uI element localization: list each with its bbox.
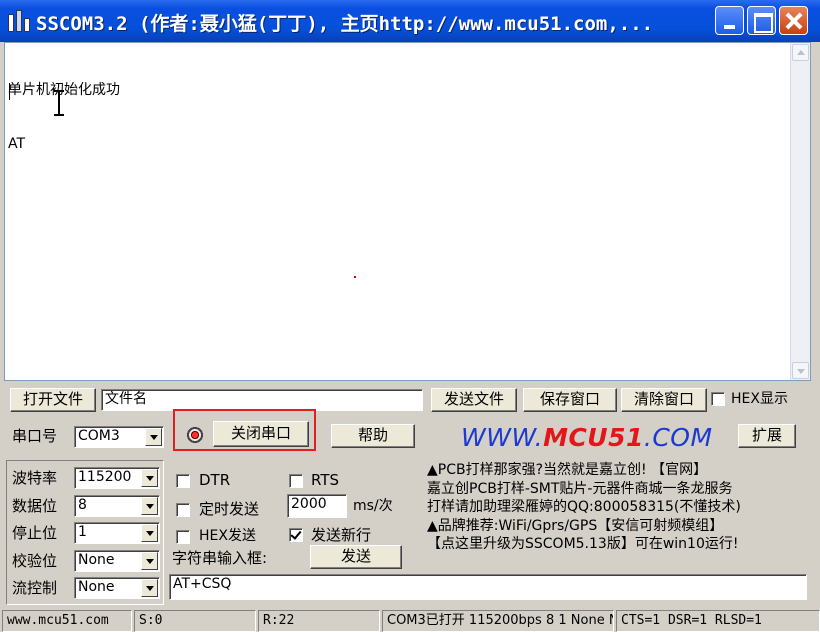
stopbits-label: 停止位	[12, 524, 58, 542]
status-recv-count: R:22	[258, 610, 380, 632]
parity-label: 校验位	[12, 552, 58, 570]
send-newline-checkbox[interactable]	[289, 528, 303, 542]
promo-line[interactable]: 打样请加助理梁雁婷的QQ:800058315(不懂技术)	[427, 498, 807, 517]
status-port-state: COM3已打开 115200bps 8 1 None None	[382, 610, 614, 632]
interval-unit: ms/次	[353, 498, 393, 514]
promo-line[interactable]: ▲品牌推荐:WiFi/Gprs/GPS【安信可射频模组】	[427, 517, 807, 536]
timed-send-label: 定时发送	[199, 500, 260, 518]
dtr-label: DTR	[199, 471, 231, 489]
receive-line: AT	[8, 136, 26, 152]
send-string-input[interactable]: AT+CSQ	[169, 574, 807, 600]
expand-button[interactable]: 扩展	[738, 424, 796, 448]
logo-prefix: WWW.	[461, 423, 544, 452]
status-line-signals: CTS=1 DSR=1 RLSD=1	[616, 610, 820, 632]
window-title: SSCOM3.2 (作者:聂小猛(丁丁), 主页http://www.mcu51…	[36, 13, 654, 35]
stopbits-select[interactable]: 1	[74, 522, 160, 544]
interval-input[interactable]: 2000	[287, 494, 347, 518]
receive-textarea[interactable]: 单片机初始化成功 AT	[4, 42, 811, 381]
save-window-button[interactable]: 保存窗口	[523, 388, 617, 412]
chevron-down-icon[interactable]	[141, 552, 158, 570]
status-bar: www.mcu51.com S:0 R:22 COM3已打开 115200bps…	[0, 607, 820, 632]
flow-select[interactable]: None	[74, 577, 160, 599]
parity-select[interactable]: None	[74, 550, 160, 572]
receive-content: 单片机初始化成功 AT	[8, 45, 120, 189]
baud-select[interactable]: 115200	[74, 467, 160, 489]
title-bar[interactable]: SSCOM3.2 (作者:聂小猛(丁丁), 主页http://www.mcu51…	[0, 0, 820, 42]
chevron-down-icon[interactable]	[141, 579, 158, 597]
scroll-up-arrow-icon[interactable]	[792, 44, 809, 61]
input-box-label: 字符串输入框:	[172, 549, 268, 567]
baud-label: 波特率	[12, 469, 58, 487]
status-site: www.mcu51.com	[2, 610, 132, 632]
databits-label: 数据位	[12, 497, 58, 515]
dtr-checkbox[interactable]	[176, 474, 190, 488]
receive-scrollbar[interactable]	[790, 43, 810, 380]
open-file-button[interactable]: 打开文件	[10, 388, 96, 412]
hex-send-label: HEX发送	[199, 528, 256, 544]
close-button[interactable]	[779, 6, 808, 35]
help-button[interactable]: 帮助	[331, 424, 415, 448]
chevron-down-icon[interactable]	[141, 497, 158, 515]
filename-field[interactable]: 文件名	[101, 389, 423, 411]
rts-checkbox[interactable]	[289, 474, 303, 488]
promo-panel[interactable]: ▲PCB打样那家强?当然就是嘉立创! 【官网】 嘉立创PCB打样-SMT贴片-元…	[423, 461, 807, 571]
clear-window-button[interactable]: 清除窗口	[621, 388, 707, 412]
close-port-button[interactable]: 关闭串口	[213, 421, 309, 447]
port-select[interactable]: COM3	[74, 426, 164, 448]
databits-select[interactable]: 8	[74, 495, 160, 517]
timed-send-checkbox[interactable]	[176, 503, 190, 517]
status-send-count: S:0	[134, 610, 256, 632]
send-file-button[interactable]: 发送文件	[431, 388, 517, 412]
hex-send-checkbox[interactable]	[176, 530, 190, 544]
stray-pixel	[354, 276, 356, 278]
logo-brand: MCU51	[543, 423, 644, 452]
chevron-down-icon[interactable]	[145, 428, 162, 446]
chevron-down-icon[interactable]	[141, 524, 158, 542]
hex-display-label: HEX显示	[731, 391, 788, 407]
send-button[interactable]: 发送	[310, 545, 402, 569]
text-caret	[9, 83, 10, 100]
port-status-led-icon	[186, 426, 204, 444]
rts-label: RTS	[311, 471, 340, 489]
logo-suffix: .COM	[643, 423, 713, 452]
chevron-down-icon[interactable]	[141, 469, 158, 487]
promo-line[interactable]: 【点这里升级为SSCOM5.13版】可在win10运行!	[427, 535, 807, 554]
send-newline-label: 发送新行	[311, 526, 372, 544]
hex-display-checkbox[interactable]	[711, 392, 725, 406]
port-label: 串口号	[12, 427, 58, 445]
promo-line[interactable]: ▲PCB打样那家强?当然就是嘉立创! 【官网】	[427, 461, 807, 480]
mcu51-logo-link[interactable]: WWW.MCU51.COM	[461, 423, 713, 452]
maximize-button[interactable]	[747, 6, 776, 35]
ibeam-cursor-icon	[52, 90, 66, 116]
promo-line[interactable]: 嘉立创PCB打样-SMT贴片-元器件商城一条龙服务	[427, 480, 807, 499]
minimize-button[interactable]	[715, 6, 744, 35]
app-icon	[8, 10, 32, 32]
scroll-down-arrow-icon[interactable]	[792, 362, 809, 379]
flow-label: 流控制	[12, 579, 58, 597]
